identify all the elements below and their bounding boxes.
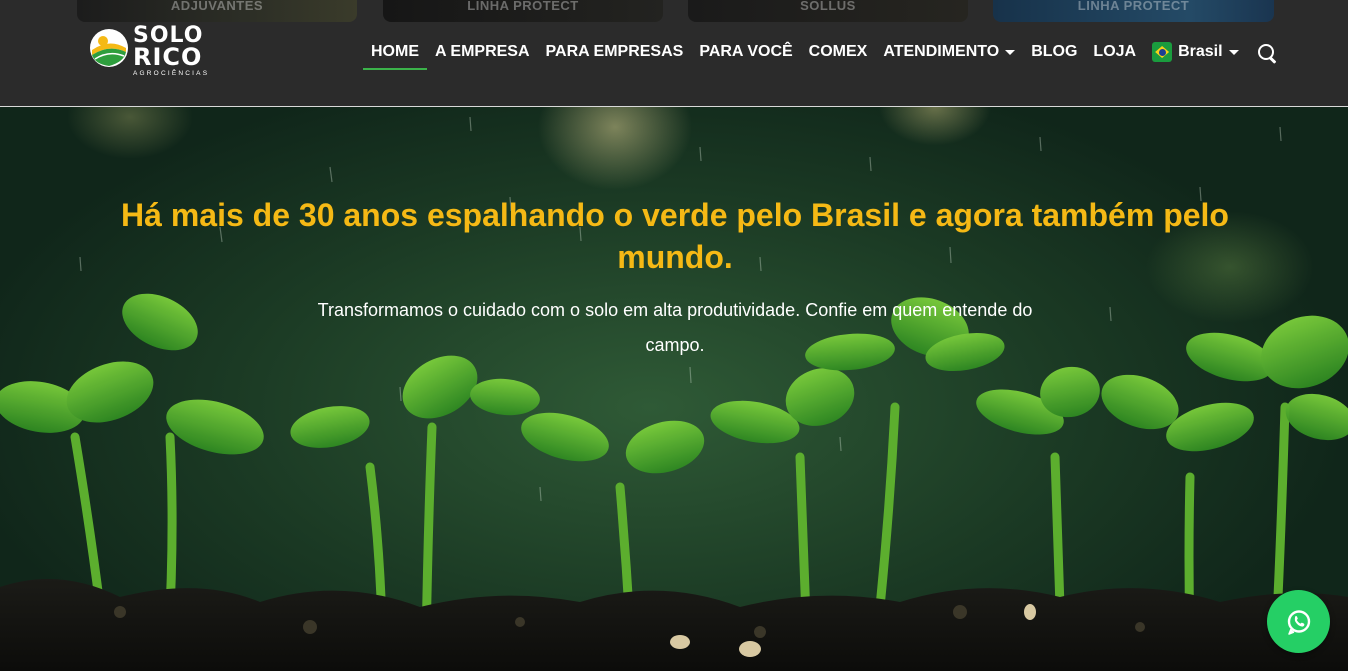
nav-item-para-voce[interactable]: PARA VOCÊ xyxy=(691,40,800,70)
nav-item-atendimento[interactable]: ATENDIMENTO xyxy=(875,40,1023,70)
hero-background-seedlings xyxy=(0,116,1348,671)
chevron-down-icon xyxy=(1228,50,1239,55)
product-card-adjuvantes[interactable]: ADJUVANTES xyxy=(77,0,357,22)
whatsapp-icon xyxy=(1287,609,1310,635)
site-header: SOLO RICO AGROCIÊNCIAS HOME A EMPRESA PA… xyxy=(0,22,1348,107)
search-icon[interactable] xyxy=(1257,43,1279,67)
nav-item-label: A EMPRESA xyxy=(435,43,530,60)
product-card-label: ADJUVANTES xyxy=(170,0,264,13)
whatsapp-button[interactable] xyxy=(1267,590,1330,653)
nav-item-para-empresas[interactable]: PARA EMPRESAS xyxy=(538,40,692,70)
product-card-linha-protect[interactable]: LINHA PROTECT xyxy=(383,0,663,22)
brazil-flag-icon xyxy=(1152,42,1173,62)
main-nav: HOME A EMPRESA PARA EMPRESAS PARA VOCÊ C… xyxy=(363,40,1279,70)
nav-item-label: ATENDIMENTO xyxy=(883,43,1000,60)
country-selector[interactable]: Brasil xyxy=(1144,40,1246,70)
hero-title: Há mais de 30 anos espalhando o verde pe… xyxy=(121,197,1229,275)
hero-subtitle: Transformamos o cuidado com o solo em al… xyxy=(317,300,1033,355)
nav-item-label: PARA VOCÊ xyxy=(699,43,793,60)
logo-tagline: AGROCIÊNCIAS xyxy=(133,70,210,77)
logo-sun-field-icon xyxy=(90,29,128,67)
nav-item-label: HOME xyxy=(371,43,419,60)
nav-item-blog[interactable]: BLOG xyxy=(1023,40,1085,70)
nav-item-label: BLOG xyxy=(1031,43,1078,60)
nav-item-label: LOJA xyxy=(1093,43,1137,60)
nav-item-label: COMEX xyxy=(808,43,868,60)
product-cards-strip: ADJUVANTES LINHA PROTECT SOLLUS LINHA PR… xyxy=(0,0,1348,24)
hero-section: Há mais de 30 anos espalhando o verde pe… xyxy=(0,107,1348,671)
product-card-label: LINHA PROTECT xyxy=(1077,0,1190,13)
nav-item-comex[interactable]: COMEX xyxy=(801,40,876,70)
product-card-label: SOLLUS xyxy=(800,0,856,13)
nav-item-a-empresa[interactable]: A EMPRESA xyxy=(427,40,538,70)
product-card-sollus[interactable]: SOLLUS xyxy=(688,0,968,22)
product-card-linha-protect-2[interactable]: LINHA PROTECT xyxy=(993,0,1274,22)
logo-word-rico: RICO xyxy=(133,43,203,71)
nav-item-home[interactable]: HOME xyxy=(363,40,427,70)
nav-item-label: PARA EMPRESAS xyxy=(545,43,684,60)
chevron-down-icon xyxy=(1005,50,1016,55)
nav-item-loja[interactable]: LOJA xyxy=(1085,40,1144,70)
country-label: Brasil xyxy=(1178,43,1223,60)
product-card-label: LINHA PROTECT xyxy=(467,0,579,13)
site-logo[interactable]: SOLO RICO AGROCIÊNCIAS xyxy=(89,25,219,78)
